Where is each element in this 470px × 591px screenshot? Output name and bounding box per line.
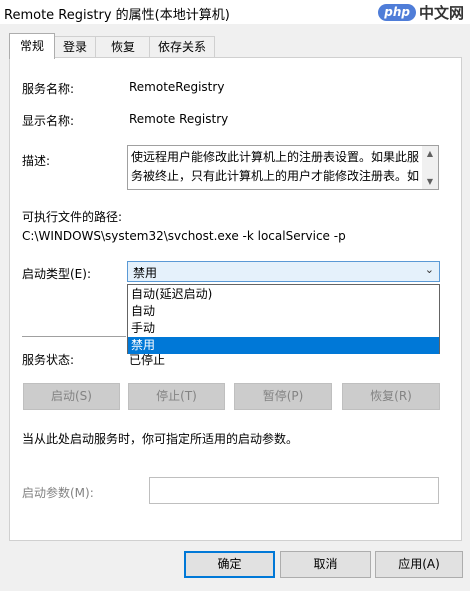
chevron-down-icon[interactable]: ⌄ — [425, 263, 434, 276]
startup-option-auto[interactable]: 自动 — [128, 303, 439, 320]
watermark: php 中文网 — [378, 2, 464, 22]
stop-button[interactable]: 停止(T) — [128, 383, 225, 410]
service-name-label: 服务名称: — [22, 82, 75, 96]
start-params-input[interactable] — [149, 477, 439, 504]
exe-path-label: 可执行文件的路径: — [22, 210, 123, 224]
tab-logon[interactable]: 登录 — [53, 36, 97, 58]
window-title: Remote Registry 的属性(本地计算机) — [4, 8, 230, 23]
start-params-hint: 当从此处启动服务时，你可指定所适用的启动参数。 — [22, 432, 299, 446]
scroll-up-icon[interactable]: ▲ — [422, 149, 438, 158]
start-params-label: 启动参数(M): — [22, 486, 94, 500]
start-button[interactable]: 启动(S) — [23, 383, 120, 410]
apply-button[interactable]: 应用(A) — [375, 551, 463, 578]
display-name-value: Remote Registry — [129, 112, 229, 126]
pause-button[interactable]: 暂停(P) — [234, 383, 332, 410]
ok-button[interactable]: 确定 — [184, 551, 275, 578]
exe-path-value: C:\WINDOWS\system32\svchost.exe -k local… — [22, 229, 346, 243]
separator — [22, 336, 126, 337]
startup-type-select[interactable]: 禁用 ⌄ — [127, 261, 440, 282]
startup-type-label: 启动类型(E): — [22, 267, 91, 281]
tab-recovery[interactable]: 恢复 — [95, 36, 151, 58]
tab-general[interactable]: 常规 — [9, 33, 55, 59]
startup-type-dropdown: 自动(延迟启动) 自动 手动 禁用 — [127, 284, 440, 354]
startup-option-auto-delayed[interactable]: 自动(延迟启动) — [128, 286, 439, 303]
startup-option-manual[interactable]: 手动 — [128, 320, 439, 337]
watermark-logo: php — [378, 3, 416, 21]
description-label: 描述: — [22, 154, 51, 168]
service-name-value: RemoteRegistry — [129, 80, 225, 94]
description-scrollbar[interactable]: ▲ ▼ — [422, 146, 438, 189]
resume-button[interactable]: 恢复(R) — [342, 383, 440, 410]
display-name-label: 显示名称: — [22, 114, 75, 128]
startup-type-value: 禁用 — [133, 266, 158, 280]
description-box[interactable]: 使远程用户能修改此计算机上的注册表设置。如果此服务被终止，只有此计算机上的用户才… — [127, 145, 439, 190]
cancel-button[interactable]: 取消 — [280, 551, 371, 578]
scroll-down-icon[interactable]: ▼ — [422, 177, 438, 186]
service-status-label: 服务状态: — [22, 353, 75, 367]
tab-dependencies[interactable]: 依存关系 — [149, 36, 215, 58]
watermark-text: 中文网 — [418, 3, 464, 22]
description-text: 使远程用户能修改此计算机上的注册表设置。如果此服务被终止，只有此计算机上的用户才… — [131, 150, 420, 183]
title-bar: Remote Registry 的属性(本地计算机) php 中文网 — [0, 0, 470, 24]
startup-option-disabled[interactable]: 禁用 — [128, 337, 439, 354]
